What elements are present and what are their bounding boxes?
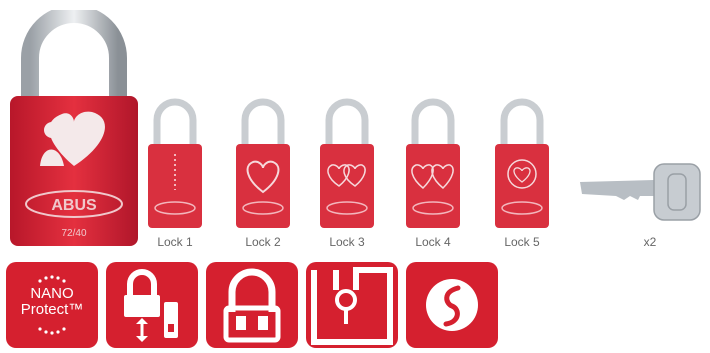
model-number: 72/40 <box>61 228 86 239</box>
lock-1-label: Lock 1 <box>157 235 193 249</box>
nano-line-1: NANO <box>30 285 74 302</box>
lock-5-label: Lock 5 <box>504 235 540 249</box>
shackle-release-icon <box>106 262 198 348</box>
s-icon <box>406 262 498 348</box>
key-count-label: x2 <box>643 235 657 249</box>
lock-1 <box>148 98 202 228</box>
lock-4 <box>406 98 460 228</box>
nano-protect-badge: NANO Protect™ <box>6 262 98 348</box>
product-stage: ABUS 72/40 Lock 1 Lock 2 Lock 3 Lock 4 L… <box>0 0 710 351</box>
nano-protect-text: NANO Protect™ <box>6 286 98 318</box>
lock-3-label: Lock 3 <box>329 235 365 249</box>
key-image <box>580 163 701 221</box>
lock-5 <box>495 98 549 228</box>
lock-2 <box>236 98 290 228</box>
hasp-icon <box>306 262 398 348</box>
padlock-shackle-icon <box>206 262 298 348</box>
brand-logo: ABUS <box>51 197 97 214</box>
lock-2-label: Lock 2 <box>245 235 281 249</box>
main-padlock: ABUS 72/40 <box>10 10 138 246</box>
nano-line-2: Protect™ <box>20 301 84 318</box>
lock-4-label: Lock 4 <box>415 235 451 249</box>
lock-3 <box>320 98 374 228</box>
